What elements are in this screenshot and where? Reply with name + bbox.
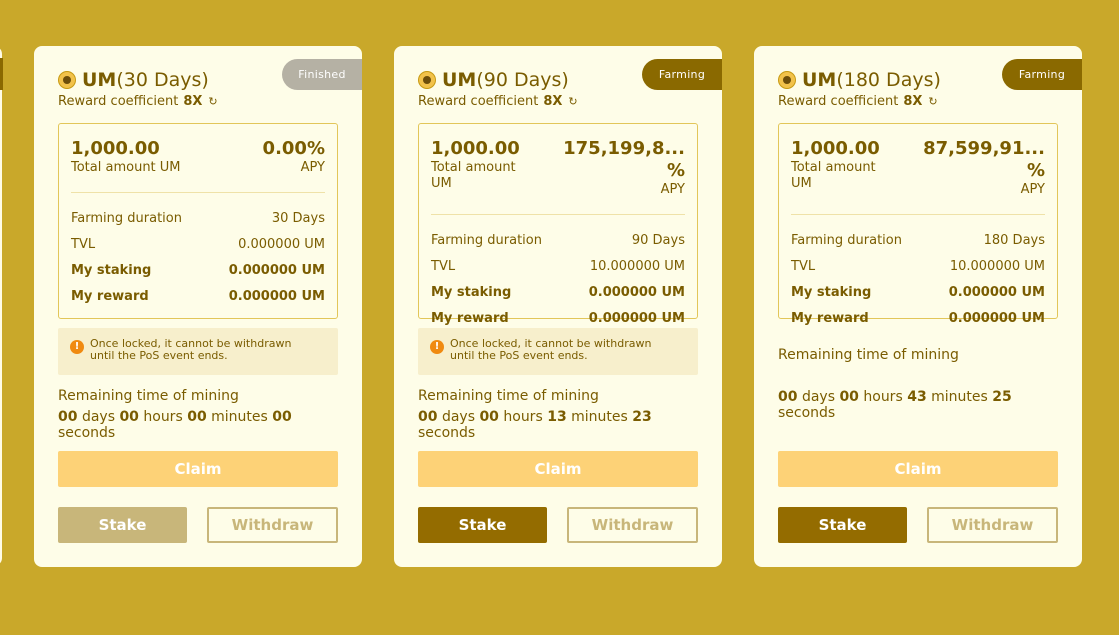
lock-warning: ! Once locked, it cannot be withdrawn unt… [418, 328, 698, 375]
farming-duration-row: Farming duration 180 Days [791, 232, 1045, 248]
apy-label: APY [660, 182, 685, 197]
tvl-row: TVL 10.000000 UM [791, 258, 1045, 274]
remaining-time-label: Remaining time of mining [778, 347, 959, 363]
refresh-icon[interactable]: ↻ [208, 95, 217, 108]
claim-button[interactable]: Claim [778, 451, 1058, 487]
refresh-icon[interactable]: ↻ [928, 95, 937, 108]
countdown: 00 days 00 hours 00 minutes 00 seconds [58, 409, 292, 441]
um-coin-icon [778, 71, 796, 89]
apy-value: 0.00% [262, 138, 325, 159]
divider [791, 214, 1045, 215]
lock-warning: ! Once locked, it cannot be withdrawn unt… [58, 328, 338, 375]
claim-button[interactable]: Claim [418, 451, 698, 487]
apy-label: APY [1020, 182, 1045, 197]
my-reward-row: My reward 0.000000 UM [791, 310, 1045, 326]
total-amount-value: 1,000.00 [431, 138, 520, 159]
total-amount-value: 1,000.00 [71, 138, 160, 159]
pool-stats-box: 1,000.00 Total amount UM 87,599,91... % … [778, 123, 1058, 326]
pool-card-180-days: Farming UM(180 Days) Reward coefficient 8… [754, 46, 1082, 567]
reward-coefficient: Reward coefficient 8X ↻ [58, 94, 218, 109]
claim-button[interactable]: Claim [58, 451, 338, 487]
total-amount-value: 1,000.00 [791, 138, 880, 159]
pool-title: UM(30 Days) [82, 69, 209, 91]
pool-title: UM(90 Days) [442, 69, 569, 91]
withdraw-button[interactable]: Withdraw [207, 507, 338, 543]
previous-card-edge [0, 46, 2, 566]
pool-title: UM(180 Days) [802, 69, 941, 91]
pool-card-90-days: Farming UM(90 Days) Reward coefficient 8X… [394, 46, 722, 567]
withdraw-button[interactable]: Withdraw [567, 507, 698, 543]
total-amount-label: Total amount UM [791, 160, 876, 191]
tvl-row: TVL 10.000000 UM [431, 258, 685, 274]
apy-value: 175,199,8... % [563, 138, 685, 181]
divider [71, 192, 325, 193]
stake-button[interactable]: Stake [58, 507, 187, 543]
reward-coefficient: Reward coefficient 8X ↻ [418, 94, 578, 109]
pool-card-30-days: Finished UM(30 Days) Reward coefficient 8… [34, 46, 362, 567]
farming-duration-row: Farming duration 30 Days [71, 210, 325, 226]
status-badge: Farming [642, 59, 722, 90]
apy-label: APY [300, 160, 325, 175]
pool-stats-box: 1,000.00 Total amount UM 175,199,8... % … [418, 123, 698, 326]
stake-button[interactable]: Stake [778, 507, 907, 543]
total-amount-label: Total amount UM [431, 160, 516, 191]
apy-value: 87,599,91... % [923, 138, 1045, 181]
warning-icon: ! [430, 340, 444, 354]
status-badge: Finished [282, 59, 362, 90]
my-reward-row: My reward 0.000000 UM [71, 288, 325, 304]
reward-coefficient: Reward coefficient 8X ↻ [778, 94, 938, 109]
stake-button[interactable]: Stake [418, 507, 547, 543]
farming-duration-row: Farming duration 90 Days [431, 232, 685, 248]
my-staking-row: My staking 0.000000 UM [791, 284, 1045, 300]
um-coin-icon [418, 71, 436, 89]
countdown: 00 days 00 hours 43 minutes 25 seconds [778, 389, 1012, 421]
tvl-row: TVL 0.000000 UM [71, 236, 325, 252]
um-coin-icon [58, 71, 76, 89]
divider [431, 214, 685, 215]
my-staking-row: My staking 0.000000 UM [431, 284, 685, 300]
remaining-time-label: Remaining time of mining [418, 388, 599, 404]
pool-stats-box: 1,000.00 Total amount UM 0.00% APY Farmi… [58, 123, 338, 319]
status-badge: Farming [1002, 59, 1082, 90]
remaining-time-label: Remaining time of mining [58, 388, 239, 404]
countdown: 00 days 00 hours 13 minutes 23 seconds [418, 409, 652, 441]
total-amount-label: Total amount UM [71, 160, 181, 175]
withdraw-button[interactable]: Withdraw [927, 507, 1058, 543]
my-staking-row: My staking 0.000000 UM [71, 262, 325, 278]
previous-card-badge-edge [0, 58, 3, 90]
refresh-icon[interactable]: ↻ [568, 95, 577, 108]
warning-icon: ! [70, 340, 84, 354]
